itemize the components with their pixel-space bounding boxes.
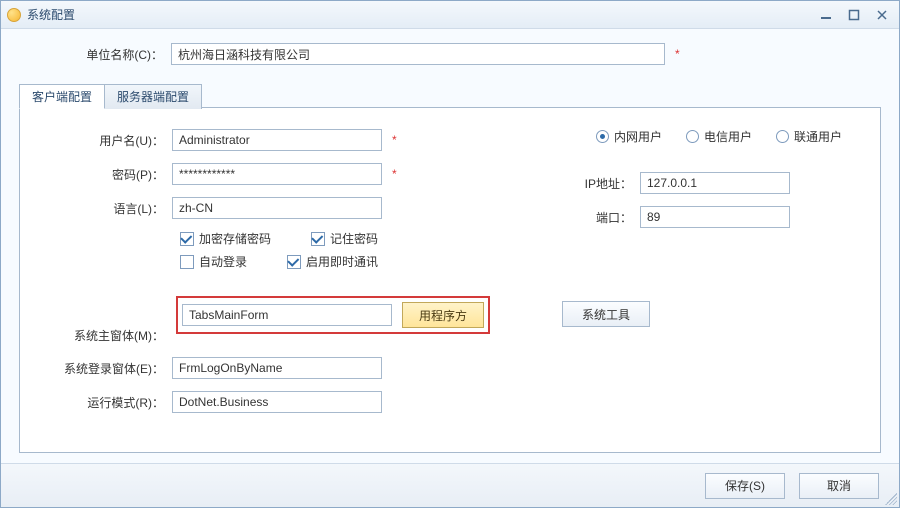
auto-login-checkbox[interactable]: 自动登录 [180,253,247,270]
tab-server[interactable]: 服务器端配置 [104,84,202,109]
port-input[interactable] [640,206,790,228]
org-name-label: 单位名称(C)： [1,46,171,63]
telecom-user-radio[interactable]: 电信用户 [686,128,752,145]
logonform-label: 系统登录窗体(E)： [20,360,172,377]
username-input[interactable] [172,129,382,151]
auto-login-label: 自动登录 [199,253,247,270]
window-title: 系统配置 [27,6,75,23]
mainform-label: 系统主窗体(M)： [20,327,172,344]
username-label: 用户名(U)： [20,132,172,149]
config-tabs: 客户端配置 服务器端配置 用户名(U)： * 密码(P)： * [19,107,881,453]
window-buttons [819,8,893,22]
org-required-mark: * [675,47,680,61]
tab-strip: 客户端配置 服务器端配置 [19,84,201,109]
remember-password-label: 记住密码 [330,230,378,247]
radio-icon [776,130,789,143]
encrypt-password-label: 加密存储密码 [199,230,271,247]
unicom-user-radio[interactable]: 联通用户 [776,128,842,145]
lan-user-radio[interactable]: 内网用户 [596,128,662,145]
mainform-highlight-group: 用程序方 [176,296,490,334]
checkbox-icon [311,232,325,246]
password-label: 密码(P)： [20,166,172,183]
radio-icon [596,130,609,143]
right-column: 内网用户 电信用户 联通用户 IP地址： [580,128,870,239]
port-label: 端口： [580,209,640,226]
radio-icon [686,130,699,143]
enable-im-label: 启用即时通讯 [306,253,378,270]
titlebar: 系统配置 [1,1,899,29]
remember-password-checkbox[interactable]: 记住密码 [311,230,378,247]
program-mode-button[interactable]: 用程序方 [402,302,484,328]
tab-client[interactable]: 客户端配置 [19,84,105,109]
logonform-input[interactable] [172,357,382,379]
password-input[interactable] [172,163,382,185]
language-input[interactable] [172,197,382,219]
system-tools-button[interactable]: 系统工具 [562,301,650,327]
unicom-user-label: 联通用户 [794,128,842,145]
encrypt-password-checkbox[interactable]: 加密存储密码 [180,230,271,247]
resize-grip-icon[interactable] [885,493,897,505]
enable-im-checkbox[interactable]: 启用即时通讯 [287,253,378,270]
dialog-footer: 保存(S) 取消 [1,463,899,507]
close-button[interactable] [875,8,889,22]
cancel-button[interactable]: 取消 [799,473,879,499]
password-required-mark: * [392,167,397,181]
system-config-window: 系统配置 单位名称(C)： * 客户端配置 服务器端配置 [0,0,900,508]
ip-input[interactable] [640,172,790,194]
tab-panel-client: 用户名(U)： * 密码(P)： * 语言(L)： [20,108,880,452]
checkbox-icon [287,255,301,269]
mainform-input[interactable] [182,304,392,326]
maximize-button[interactable] [847,8,861,22]
ip-label: IP地址： [580,175,640,192]
app-icon [7,8,21,22]
username-required-mark: * [392,133,397,147]
left-column: 用户名(U)： * 密码(P)： * 语言(L)： [20,128,540,274]
org-row: 单位名称(C)： * [1,43,899,65]
save-button[interactable]: 保存(S) [705,473,785,499]
org-name-input[interactable] [171,43,665,65]
client-area: 单位名称(C)： * 客户端配置 服务器端配置 用户名(U)： * 密码(P)： [1,29,899,507]
minimize-button[interactable] [819,8,833,22]
checkbox-icon [180,255,194,269]
runmode-input[interactable] [172,391,382,413]
lan-user-label: 内网用户 [614,128,662,145]
telecom-user-label: 电信用户 [704,128,752,145]
network-user-radio-group: 内网用户 电信用户 联通用户 [596,128,870,145]
checkbox-icon [180,232,194,246]
runmode-label: 运行模式(R)： [20,394,172,411]
language-label: 语言(L)： [20,200,172,217]
